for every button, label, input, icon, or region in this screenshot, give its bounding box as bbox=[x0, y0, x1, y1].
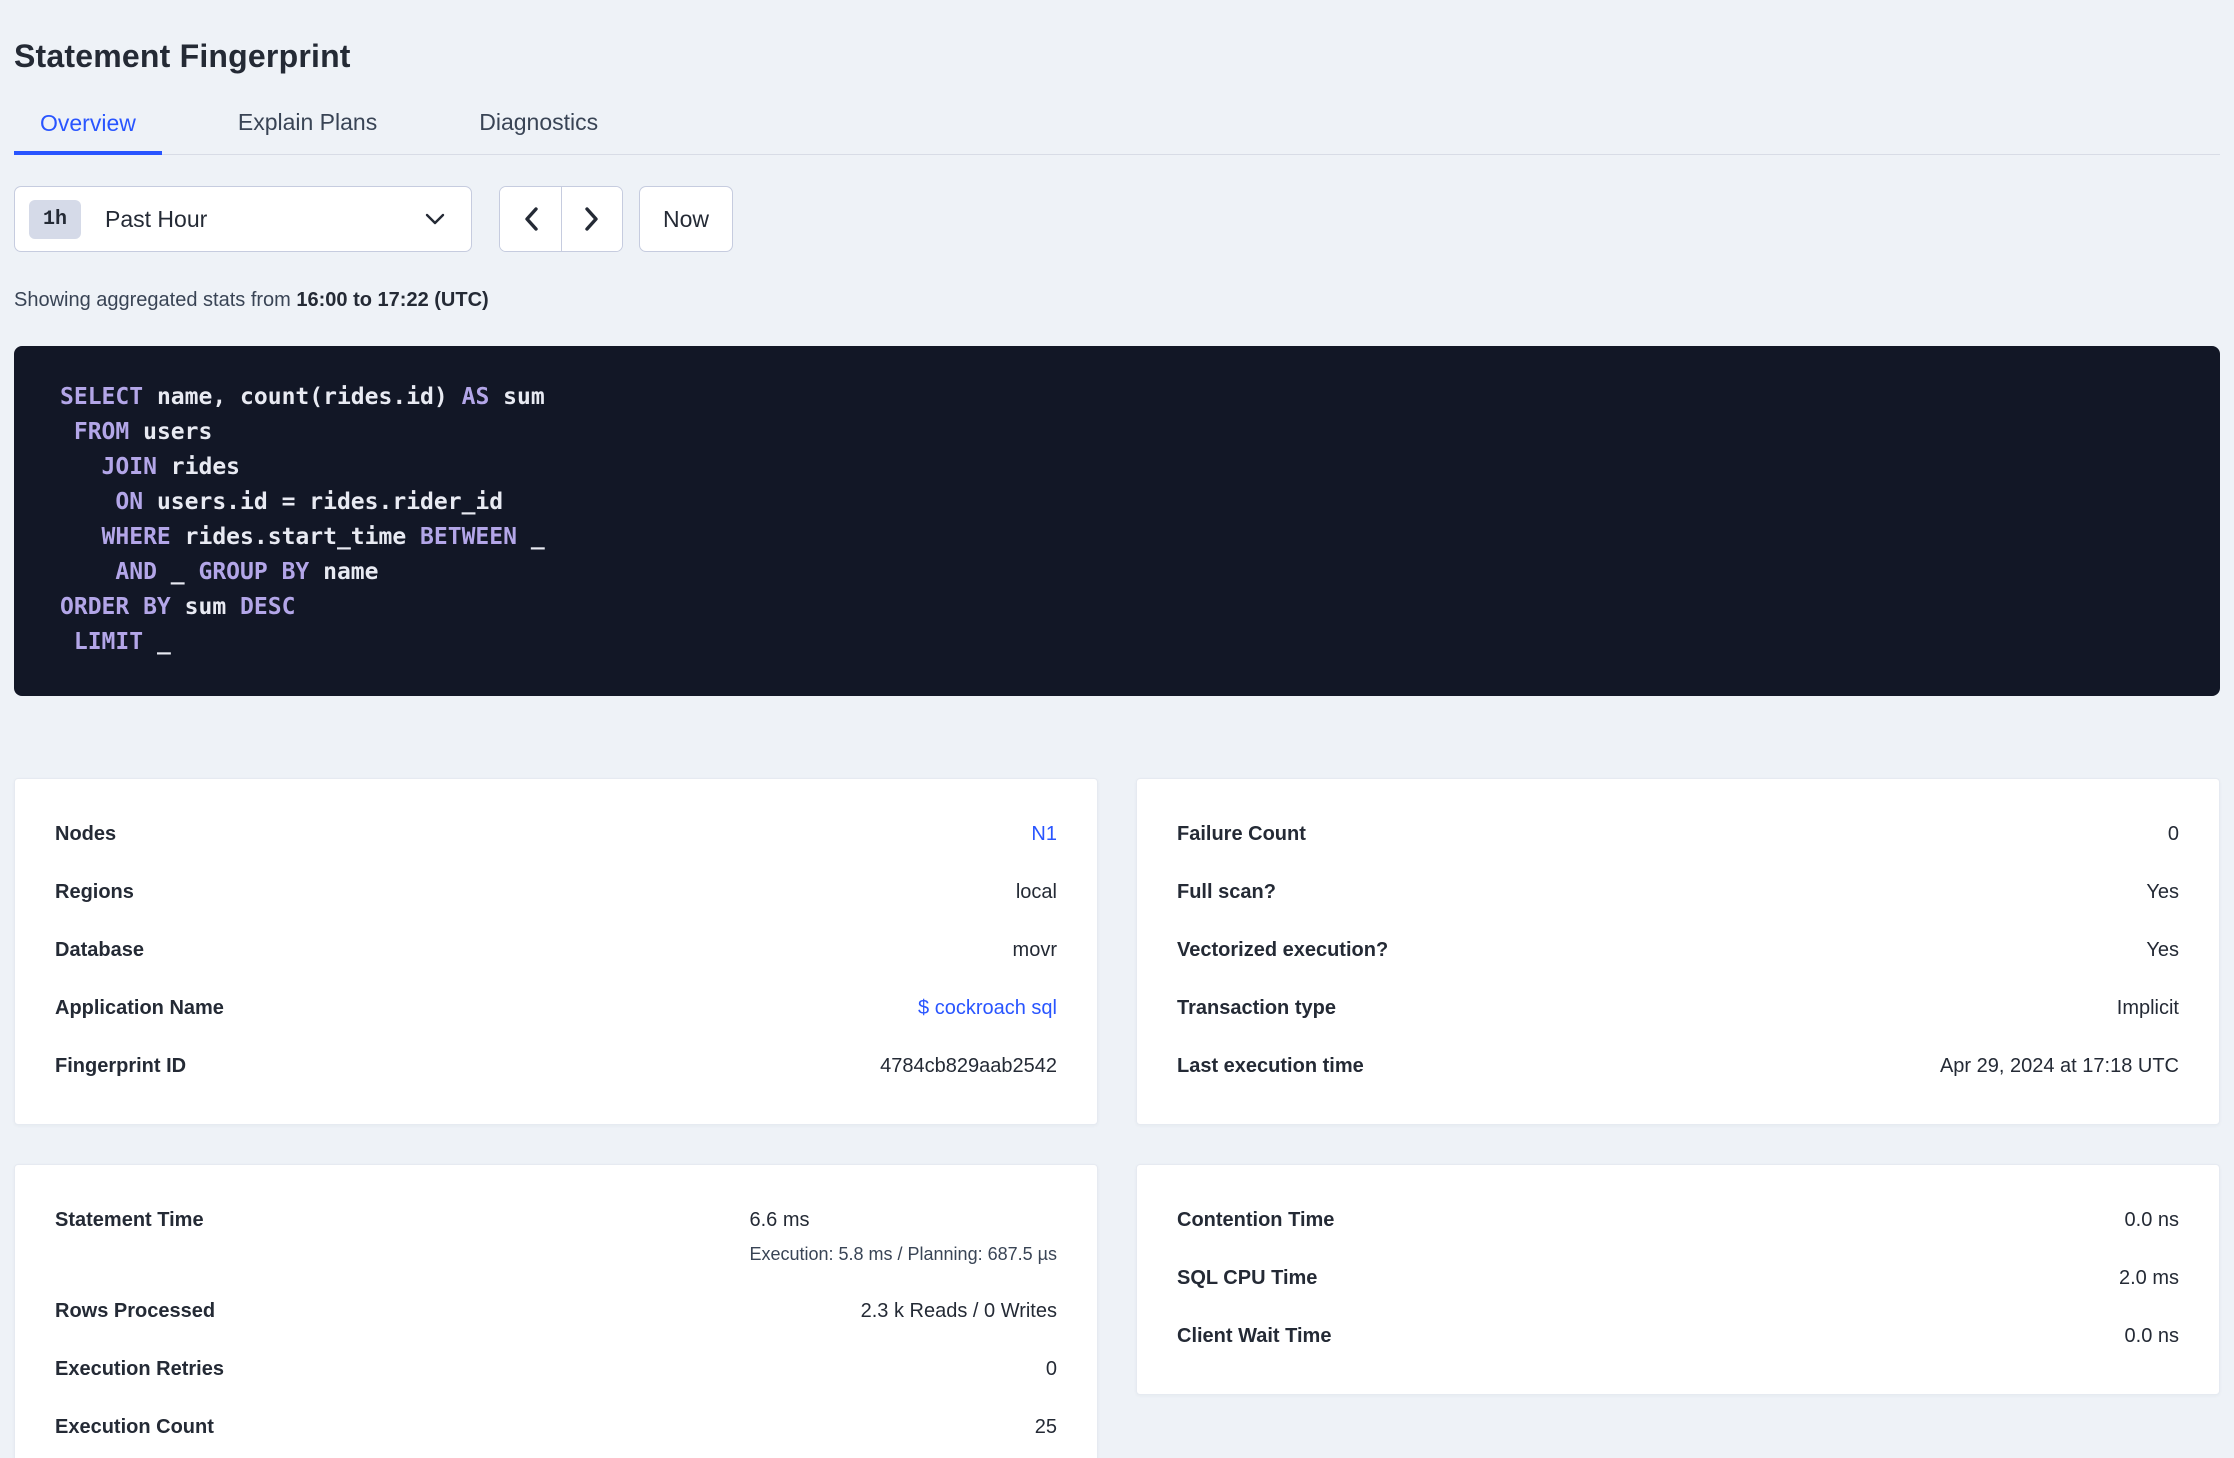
nodes-link[interactable]: N1 bbox=[1031, 823, 1057, 846]
stat-label: Transaction type bbox=[1177, 997, 1336, 1019]
sql-line: ON users.id = rides.rider_id bbox=[115, 489, 504, 515]
now-button[interactable]: Now bbox=[639, 186, 733, 252]
stat-value: 4784cb829aab2542 bbox=[880, 1055, 1057, 1077]
aggregated-stats-line: Showing aggregated stats from 16:00 to 1… bbox=[14, 289, 2220, 312]
chevron-left-icon bbox=[521, 205, 541, 233]
stats-line-prefix: Showing aggregated stats from bbox=[14, 289, 297, 311]
time-range-label: Past Hour bbox=[105, 205, 208, 232]
stat-label: Execution Count bbox=[55, 1416, 214, 1438]
stat-label: Database bbox=[55, 939, 144, 961]
stat-label: Execution Retries bbox=[55, 1358, 224, 1380]
stat-label: Regions bbox=[55, 881, 134, 903]
sql-line: ORDER BY sum DESC bbox=[60, 594, 296, 620]
page-title: Statement Fingerprint bbox=[14, 38, 351, 74]
stat-row-execution-count: Execution Count 25 bbox=[55, 1416, 1057, 1439]
stat-value: local bbox=[1015, 881, 1057, 903]
stat-label: Nodes bbox=[55, 823, 117, 845]
stat-label: Statement Time bbox=[55, 1209, 204, 1231]
sql-line: WHERE rides.start_time BETWEEN _ bbox=[101, 524, 545, 550]
stat-row-nodes: Nodes N1 bbox=[55, 823, 1057, 846]
stat-row-fingerprint-id: Fingerprint ID 4784cb829aab2542 bbox=[55, 1055, 1057, 1078]
stat-label: Rows Processed bbox=[55, 1300, 216, 1322]
tab-overview[interactable]: Overview bbox=[14, 110, 162, 155]
next-time-button[interactable] bbox=[561, 187, 622, 251]
stat-subvalue: Execution: 5.8 ms / Planning: 687.5 µs bbox=[749, 1244, 1057, 1264]
stat-label: Full scan? bbox=[1177, 881, 1276, 903]
stat-row-database: Database movr bbox=[55, 939, 1057, 962]
stat-value: Apr 29, 2024 at 17:18 UTC bbox=[1939, 1055, 2179, 1077]
statement-details-card: Nodes N1 Regions local Database movr Applicati… bbox=[14, 778, 1098, 1125]
sql-line: SELECT name, count(rides.id) AS sum bbox=[60, 384, 545, 410]
stat-value: Yes bbox=[2146, 881, 2179, 903]
stat-value: 0 bbox=[2167, 823, 2179, 845]
time-range-dropdown[interactable]: 1h Past Hour bbox=[14, 186, 472, 252]
statement-fingerprint-page: Statement Fingerprint Overview Explain P… bbox=[0, 38, 2234, 1458]
stat-label: Contention Time bbox=[1177, 1209, 1335, 1231]
stat-label: Client Wait Time bbox=[1177, 1325, 1332, 1347]
stat-value: 25 bbox=[1034, 1416, 1057, 1438]
stat-value: 0.0 ns bbox=[2124, 1209, 2179, 1231]
stat-row-last-execution-time: Last execution time Apr 29, 2024 at 17:18… bbox=[1177, 1055, 2179, 1078]
tab-explain-plans[interactable]: Explain Plans bbox=[212, 109, 403, 154]
stat-row-contention-time: Contention Time 0.0 ns bbox=[1177, 1209, 2179, 1232]
stat-row-execution-retries: Execution Retries 0 bbox=[55, 1358, 1057, 1381]
stat-label: Failure Count bbox=[1177, 823, 1306, 845]
stat-value: 0.0 ns bbox=[2124, 1325, 2179, 1347]
stat-row-client-wait-time: Client Wait Time 0.0 ns bbox=[1177, 1325, 2179, 1348]
stat-label: Application Name bbox=[55, 997, 224, 1019]
stat-value: 2.3 k Reads / 0 Writes bbox=[860, 1300, 1057, 1322]
stat-row-failure-count: Failure Count 0 bbox=[1177, 823, 2179, 846]
stat-row-rows-processed: Rows Processed 2.3 k Reads / 0 Writes bbox=[55, 1300, 1057, 1323]
stat-value: 6.6 ms bbox=[749, 1209, 810, 1231]
sql-line: LIMIT _ bbox=[73, 629, 171, 655]
tab-bar: Overview Explain Plans Diagnostics bbox=[14, 109, 2220, 155]
stats-line-range: 16:00 to 17:22 (UTC) bbox=[296, 289, 489, 311]
stat-label: Vectorized execution? bbox=[1177, 939, 1389, 961]
tab-diagnostics[interactable]: Diagnostics bbox=[453, 109, 624, 154]
time-step-buttons bbox=[499, 186, 623, 252]
chevron-right-icon bbox=[582, 205, 602, 233]
sql-line: JOIN rides bbox=[101, 454, 241, 480]
stat-row-sql-cpu-time: SQL CPU Time 2.0 ms bbox=[1177, 1267, 2179, 1290]
chevron-down-icon bbox=[423, 211, 447, 227]
previous-time-button[interactable] bbox=[500, 187, 561, 251]
stat-value: 0 bbox=[1045, 1358, 1057, 1380]
time-range-badge: 1h bbox=[29, 199, 82, 239]
summary-cards-grid: Nodes N1 Regions local Database movr Applicati… bbox=[14, 778, 2220, 1458]
time-picker-row: 1h Past Hour Now bbox=[14, 186, 2220, 252]
stat-row-full-scan: Full scan? Yes bbox=[1177, 881, 2179, 904]
sql-line: AND _ GROUP BY name bbox=[115, 559, 379, 585]
statement-stats-card: Statement Time 6.6 ms Execution: 5.8 ms / … bbox=[14, 1164, 1098, 1458]
stat-row-statement-time: Statement Time 6.6 ms Execution: 5.8 ms / … bbox=[55, 1209, 1057, 1265]
stat-row-regions: Regions local bbox=[55, 881, 1057, 904]
stat-row-vectorized-execution: Vectorized execution? Yes bbox=[1177, 939, 2179, 962]
sql-statement-box: SELECT name, count(rides.id) AS sum FROM… bbox=[14, 346, 2220, 696]
stat-label: Fingerprint ID bbox=[55, 1055, 187, 1077]
stat-value: movr bbox=[1012, 939, 1057, 961]
application-name-link[interactable]: $ cockroach sql bbox=[918, 997, 1057, 1020]
stat-label: SQL CPU Time bbox=[1177, 1267, 1318, 1289]
stat-row-transaction-type: Transaction type Implicit bbox=[1177, 997, 2179, 1020]
stat-value: Implicit bbox=[2116, 997, 2179, 1019]
sql-line: FROM users bbox=[73, 419, 213, 445]
stat-value-group: 6.6 ms Execution: 5.8 ms / Planning: 687.… bbox=[749, 1209, 1057, 1265]
stat-row-application-name: Application Name $ cockroach sql bbox=[55, 997, 1057, 1020]
stat-label: Last execution time bbox=[1177, 1055, 1364, 1077]
timing-stats-card: Contention Time 0.0 ns SQL CPU Time 2.0 ms C… bbox=[1136, 1164, 2220, 1395]
stat-value: 2.0 ms bbox=[2118, 1267, 2179, 1289]
execution-attributes-card: Failure Count 0 Full scan? Yes Vectorized ex… bbox=[1136, 778, 2220, 1125]
stat-value: Yes bbox=[2146, 939, 2179, 961]
